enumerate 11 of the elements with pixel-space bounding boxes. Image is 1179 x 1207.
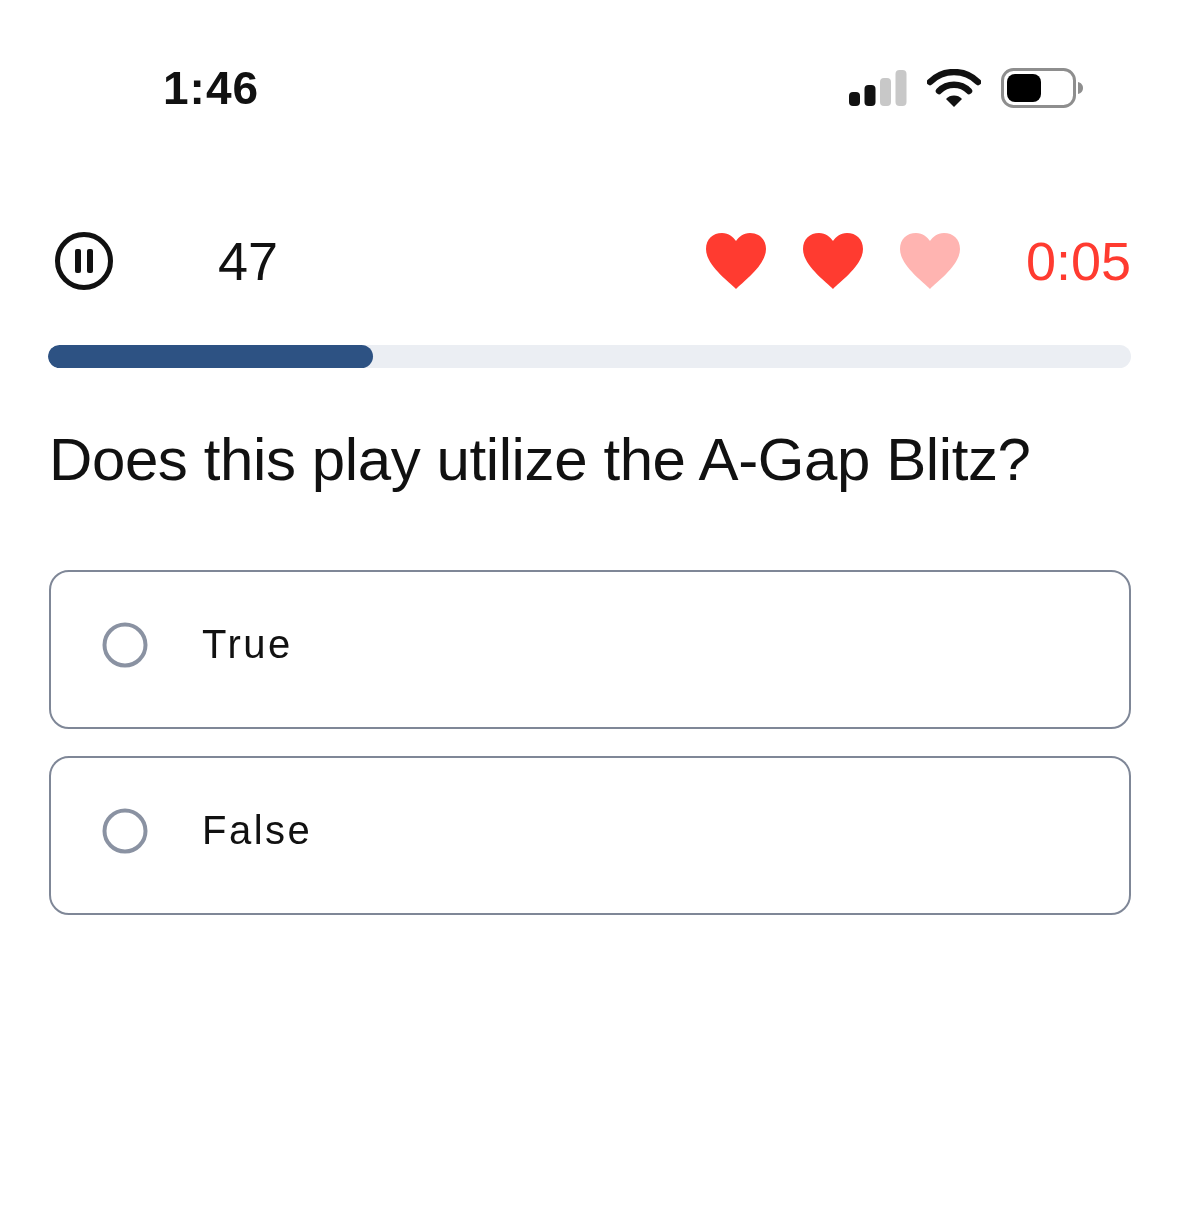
pause-button[interactable] (54, 231, 114, 291)
pause-icon (54, 231, 114, 291)
question-text: Does this play utilize the A-Gap Blitz? (49, 426, 1032, 494)
answer-option[interactable]: True (49, 570, 1131, 729)
wifi-icon (927, 69, 981, 107)
status-time: 1:46 (163, 61, 260, 115)
signal-icon (849, 70, 907, 106)
answer-option[interactable]: False (49, 756, 1131, 915)
timer-text: 0:05 (1025, 231, 1131, 291)
battery-icon (1001, 68, 1083, 108)
score-text: 47 (218, 231, 279, 291)
